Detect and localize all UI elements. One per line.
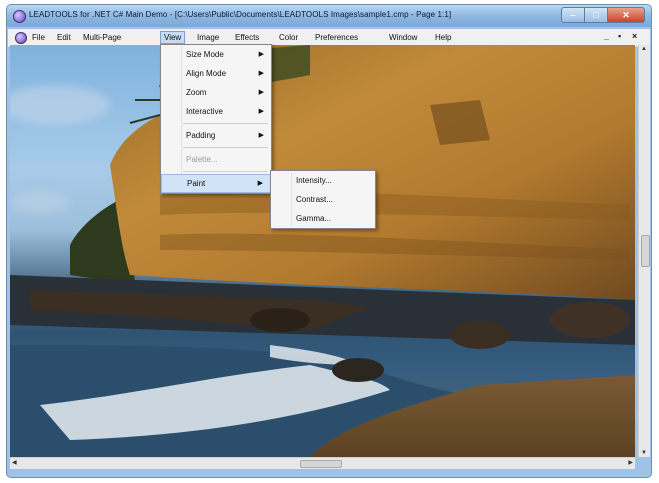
menu-item-padding[interactable]: Padding ▶ bbox=[161, 126, 271, 145]
menu-color[interactable]: Color bbox=[276, 31, 301, 44]
menu-item-label: Padding bbox=[186, 131, 216, 140]
menu-item-label: Interactive bbox=[186, 107, 223, 116]
submenu-arrow-icon: ▶ bbox=[258, 51, 264, 58]
submenu-arrow-icon: ▶ bbox=[257, 180, 263, 187]
mdi-restore-button[interactable]: ▪ bbox=[618, 31, 621, 41]
menu-item-label: Size Mode bbox=[186, 50, 224, 59]
mdi-minimize-button[interactable]: _ bbox=[604, 31, 609, 41]
close-button[interactable]: ✕ bbox=[608, 7, 645, 23]
menu-item-size-mode[interactable]: Size Mode ▶ bbox=[161, 45, 271, 64]
menu-view[interactable]: View bbox=[160, 31, 186, 44]
paint-submenu-dropdown: Intensity... Contrast... Gamma... bbox=[270, 170, 376, 229]
menu-effects[interactable]: Effects bbox=[232, 31, 262, 44]
view-menu-dropdown: Size Mode ▶ Align Mode ▶ Zoom ▶ Interact… bbox=[160, 44, 272, 194]
horizontal-scroll-thumb[interactable] bbox=[300, 460, 342, 468]
scroll-down-arrow-icon[interactable]: ▼ bbox=[641, 450, 647, 456]
menu-preferences[interactable]: Preferences bbox=[312, 31, 361, 44]
submenu-arrow-icon: ▶ bbox=[258, 108, 264, 115]
menu-item-label: Contrast... bbox=[296, 195, 333, 204]
menu-item-contrast[interactable]: Contrast... bbox=[271, 190, 375, 209]
menu-item-label: Intensity... bbox=[296, 176, 332, 185]
menu-item-zoom[interactable]: Zoom ▶ bbox=[161, 83, 271, 102]
coastal-cliff-photo bbox=[10, 45, 635, 457]
menu-item-palette: Palette... bbox=[161, 150, 271, 169]
scroll-right-arrow-icon[interactable]: ▶ bbox=[628, 459, 633, 466]
minimize-button[interactable]: – bbox=[561, 7, 585, 23]
menu-item-intensity[interactable]: Intensity... bbox=[271, 171, 375, 190]
menu-item-gamma[interactable]: Gamma... bbox=[271, 209, 375, 228]
menu-item-align-mode[interactable]: Align Mode ▶ bbox=[161, 64, 271, 83]
menu-item-label: Gamma... bbox=[296, 214, 332, 223]
maximize-button[interactable]: □ bbox=[585, 7, 608, 23]
caption-buttons: – □ ✕ bbox=[561, 7, 645, 23]
window-title: LEADTOOLS for .NET C# Main Demo - [C:\Us… bbox=[29, 10, 452, 19]
submenu-arrow-icon: ▶ bbox=[258, 70, 264, 77]
menu-window[interactable]: Window bbox=[386, 31, 420, 44]
menu-item-label: Palette... bbox=[186, 155, 218, 164]
mdi-close-button[interactable]: × bbox=[632, 31, 637, 41]
menu-item-label: Paint bbox=[187, 179, 206, 188]
menu-image[interactable]: Image bbox=[194, 31, 222, 44]
document-icon[interactable] bbox=[15, 32, 27, 44]
menu-separator bbox=[183, 147, 268, 148]
menu-edit[interactable]: Edit bbox=[54, 31, 74, 44]
menu-item-interactive[interactable]: Interactive ▶ bbox=[161, 102, 271, 121]
vertical-scrollbar[interactable]: ▲ ▼ bbox=[638, 45, 650, 457]
title-bar[interactable]: LEADTOOLS for .NET C# Main Demo - [C:\Us… bbox=[7, 5, 651, 27]
menu-file[interactable]: File bbox=[29, 31, 48, 44]
menu-separator bbox=[183, 123, 268, 124]
menu-multi-page[interactable]: Multi-Page bbox=[80, 31, 124, 44]
submenu-arrow-icon: ▶ bbox=[258, 132, 264, 139]
app-logo-icon[interactable] bbox=[13, 10, 26, 23]
image-viewer[interactable] bbox=[10, 45, 635, 457]
scroll-up-arrow-icon[interactable]: ▲ bbox=[641, 46, 647, 52]
menu-item-paint[interactable]: Paint ▶ bbox=[161, 174, 271, 193]
menu-item-label: Zoom bbox=[186, 88, 207, 97]
scroll-left-arrow-icon[interactable]: ◀ bbox=[12, 459, 17, 466]
menu-separator bbox=[183, 171, 268, 172]
horizontal-scrollbar[interactable]: ◀ ▶ bbox=[10, 457, 635, 469]
menu-item-label: Align Mode bbox=[186, 69, 227, 78]
menu-help[interactable]: Help bbox=[432, 31, 454, 44]
vertical-scroll-thumb[interactable] bbox=[641, 235, 650, 267]
submenu-arrow-icon: ▶ bbox=[258, 89, 264, 96]
